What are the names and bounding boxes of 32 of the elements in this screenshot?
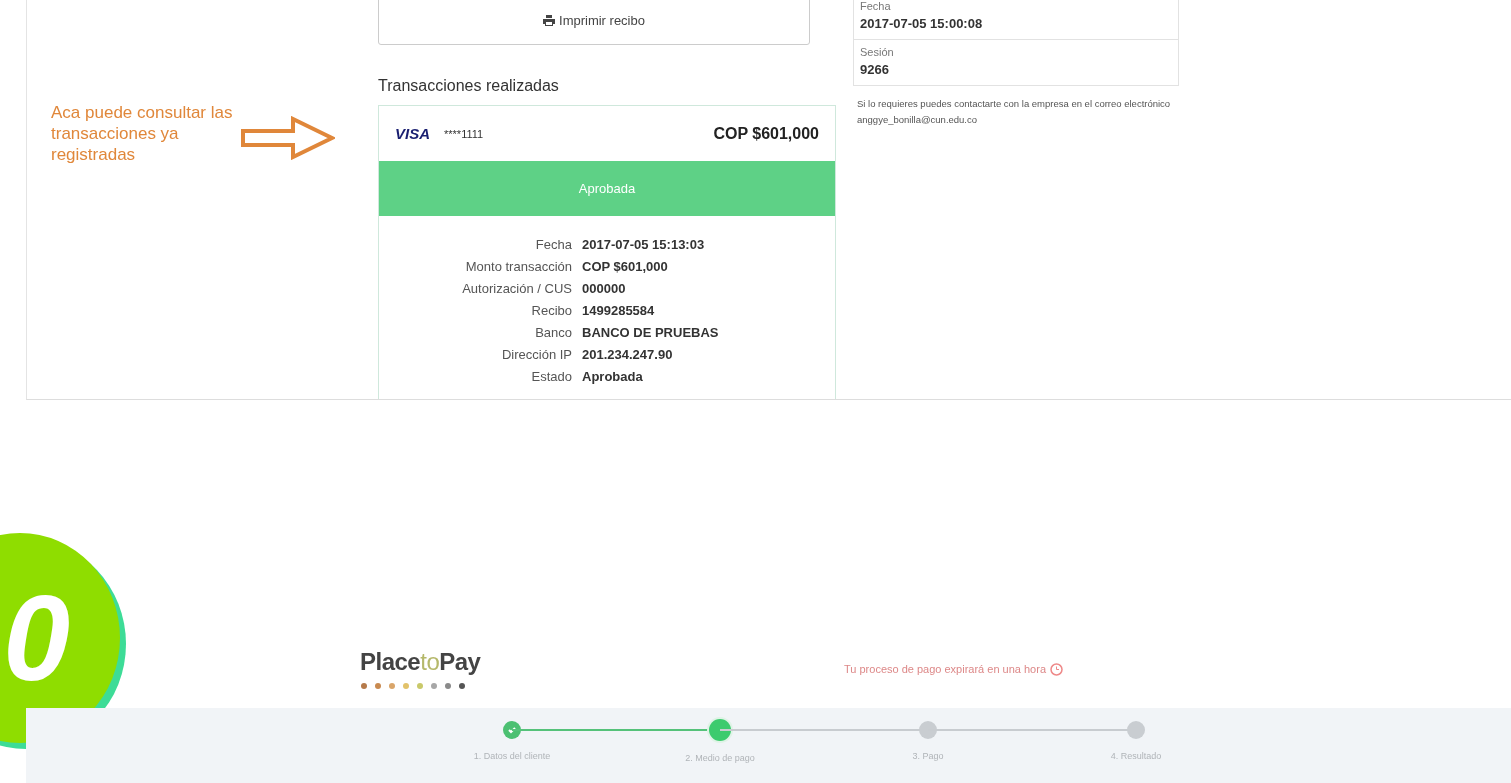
expiry-note: Tu proceso de pago expirará en una hora bbox=[844, 663, 1046, 675]
detail-label: Banco bbox=[534, 324, 572, 342]
detail-label: Fecha bbox=[534, 236, 572, 254]
detail-value: 2017-07-05 15:13:03 bbox=[582, 236, 706, 254]
card-number: ****1111 bbox=[444, 127, 484, 140]
detail-label: Recibo bbox=[530, 302, 572, 320]
printer-icon bbox=[543, 14, 555, 26]
detail-value: COP $601,000 bbox=[582, 258, 669, 276]
card-brand: VISA bbox=[395, 125, 430, 142]
clock-icon bbox=[1050, 662, 1063, 676]
info-label: Fecha bbox=[860, 0, 892, 12]
print-receipt-button[interactable]: Imprimir recibo bbox=[378, 0, 810, 45]
info-value: 9266 bbox=[860, 62, 890, 77]
detail-value: 000000 bbox=[582, 280, 627, 298]
detail-value: 201.234.247.90 bbox=[582, 346, 674, 364]
contact-note: Si lo requieres puedes contactarte con la empresa en el correo electrónico anggye_bonilla@cun.edu.co bbox=[857, 97, 1172, 127]
detail-label: Estado bbox=[530, 368, 572, 386]
arrow-icon bbox=[241, 116, 335, 160]
step-label: 1. Datos del cliente bbox=[473, 751, 551, 761]
info-value: 2017-07-05 15:00:08 bbox=[860, 16, 984, 31]
section-heading: Transacciones realizadas bbox=[378, 77, 560, 95]
annotation-text: Aca puede consultar las transacciones ya registradas bbox=[51, 102, 234, 165]
detail-value: Aprobada bbox=[582, 368, 644, 386]
detail-value: BANCO DE PRUEBAS bbox=[582, 324, 720, 342]
transaction-amount: COP $601,000 bbox=[713, 124, 819, 143]
detail-label: Dirección IP bbox=[500, 346, 572, 364]
status-bar: Aprobada bbox=[379, 161, 835, 216]
detail-value: 1499285584 bbox=[582, 302, 656, 320]
info-label: Sesión bbox=[860, 46, 895, 58]
detail-label: Autorización / CUS bbox=[461, 280, 572, 298]
placetopay-logo: PlacetoPay bbox=[360, 648, 482, 676]
detail-label: Monto transacción bbox=[464, 258, 572, 276]
